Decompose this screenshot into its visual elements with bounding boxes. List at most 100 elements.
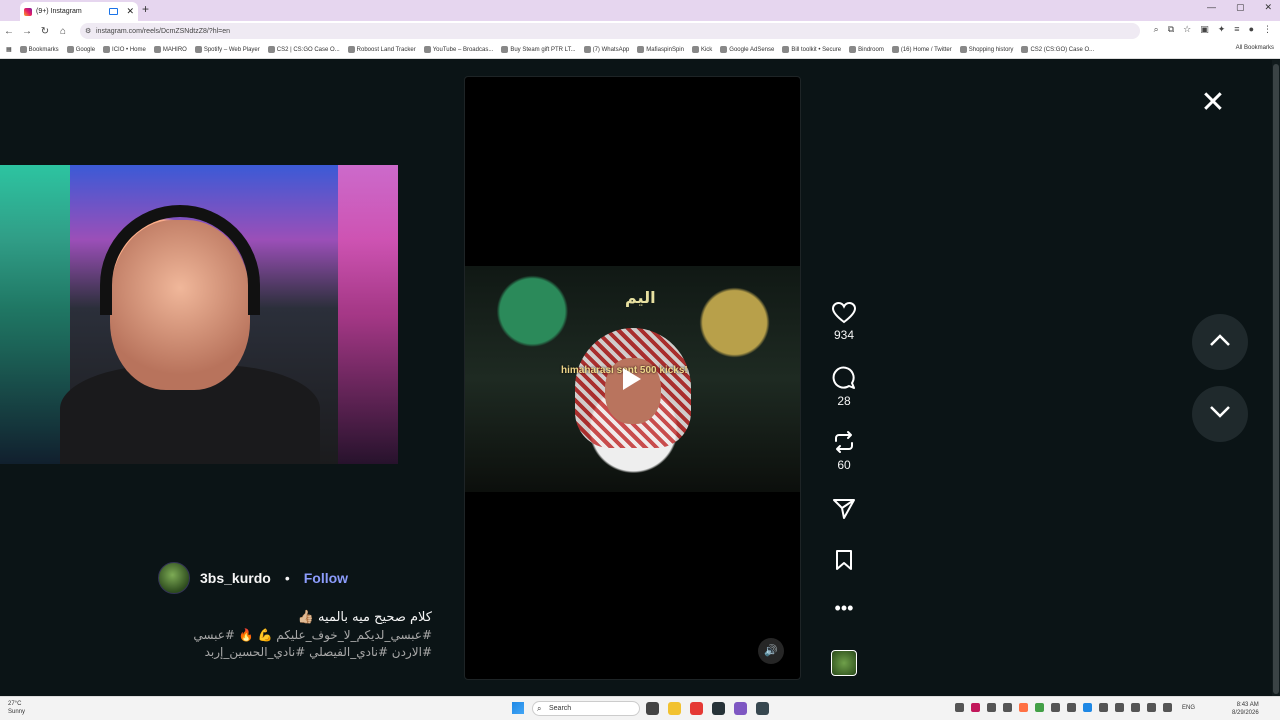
bookmark-item[interactable]: MafiaspinSpin [637,46,684,53]
reload-icon[interactable]: ↻ [36,26,54,37]
tray-icon[interactable] [1099,703,1108,712]
page-scrollbar[interactable] [1272,60,1280,696]
windows-taskbar: 27°C Sunny ⌕ Search ENG 8:43 AM 8/29/202… [0,696,1280,720]
task-view-icon[interactable] [646,702,659,715]
previous-reel-button[interactable] [1192,314,1248,370]
audio-avatar[interactable] [831,650,857,676]
bookmark-item[interactable]: ICIO • Home [103,46,146,53]
tray-icon[interactable] [955,703,964,712]
apps-icon[interactable]: ▦ [6,46,12,53]
tray-icon[interactable] [1051,703,1060,712]
bookmark-item[interactable]: (16) Home / Twitter [891,46,952,53]
bookmark-item[interactable]: Bindroom [849,46,884,53]
bookmark-favicon [19,46,27,53]
bookmark-star-icon[interactable]: ☆ [1183,24,1191,35]
bookmark-favicon [583,46,591,53]
bookmark-item[interactable]: Google [66,46,95,53]
comment-count: 28 [837,394,851,408]
bookmark-item[interactable]: Spotify – Web Player [194,46,260,53]
weather-widget[interactable]: 27°C Sunny [8,700,25,716]
bookmark-item[interactable]: Bookmarks [19,46,59,53]
tray-icon[interactable] [1067,703,1076,712]
tray-icon[interactable] [1131,703,1140,712]
separator-dot: • [284,570,290,586]
tray-icon[interactable] [987,703,996,712]
comment-button[interactable]: 28 [826,366,862,408]
bookmark-item[interactable]: MAHIRO [153,46,187,53]
app-icon[interactable] [734,702,747,715]
avatar[interactable] [158,562,190,594]
instagram-reels-page: ✕ اليم himaharasi sent 500 kicks! 🔊 934 … [0,60,1280,696]
bookmark-item[interactable]: Bill toolkit • Secure [782,46,841,53]
close-window-icon[interactable]: ✕ [1264,2,1272,13]
volume-icon[interactable]: 🔊 [758,638,784,664]
author-username[interactable]: 3bs_kurdo [200,570,271,586]
close-icon[interactable]: ✕ [1200,88,1226,118]
bookmark-item[interactable]: Kick [691,46,712,53]
heart-icon [832,302,856,324]
hashtags-line[interactable]: #الاردن #نادي_الفيصلي #نادي_الحسين_إربد [150,645,432,659]
install-app-icon[interactable]: ⧉ [1168,24,1174,35]
forward-icon[interactable]: → [18,26,36,37]
bookmark-favicon [194,46,202,53]
bookmark-item[interactable]: (7) WhatsApp [583,46,629,53]
next-reel-button[interactable] [1192,386,1248,442]
repost-button[interactable]: 60 [826,430,862,472]
hashtags-line[interactable]: #عبسي_لديكم_لا_خوف_عليكم 💪 🔥 #عبسي [150,628,432,642]
home-icon[interactable]: ⌂ [54,26,72,37]
address-bar[interactable]: ⚙ instagram.com/reels/DcmZSNdtzZ8/?hl=en [80,23,1140,39]
site-info-icon[interactable]: ⚙ [85,27,91,35]
extension-icon[interactable]: ▣ [1200,24,1209,35]
bookmark-item[interactable]: Roboost Land Tracker [347,46,416,53]
bookmark-item[interactable]: Google AdSense [720,46,774,53]
all-bookmarks-button[interactable]: All Bookmarks [1236,45,1274,51]
bookmark-item[interactable]: Shopping history [959,46,1013,53]
maximize-icon[interactable]: ▢ [1236,2,1245,13]
media-icon[interactable]: ≡ [1234,24,1239,35]
tray-icon[interactable] [1147,703,1156,712]
reel-video-player[interactable]: اليم himaharasi sent 500 kicks! 🔊 [464,76,801,680]
save-button[interactable] [826,549,862,571]
tray-icon[interactable] [1019,703,1028,712]
tray-icon[interactable] [1115,703,1124,712]
taskbar-search[interactable]: ⌕ Search [532,701,640,716]
like-button[interactable]: 934 [826,302,862,342]
terminal-icon[interactable] [756,702,769,715]
chrome-icon[interactable] [690,702,703,715]
new-tab-button[interactable]: + [142,2,149,16]
language-indicator[interactable]: ENG [1182,705,1195,711]
bookmark-item[interactable]: YouTube – Broadcas... [423,46,493,53]
like-count: 934 [833,328,855,342]
reel-author: 3bs_kurdo • Follow [158,562,348,594]
close-tab-icon[interactable]: ✕ [126,6,134,17]
play-icon[interactable] [623,368,641,390]
clock[interactable]: 8:43 AM 8/29/2026 [1232,701,1259,717]
file-explorer-icon[interactable] [668,702,681,715]
bookmark-item[interactable]: CS2 | CS:GO Case O... [267,46,340,53]
tray-icon[interactable] [1003,703,1012,712]
taskbar-apps [646,702,769,715]
menu-icon[interactable]: ⋮ [1263,24,1272,35]
minimize-icon[interactable]: — [1207,2,1216,13]
bookmark-item[interactable]: Buy Steam gift PTR LT... [501,46,576,53]
extensions-puzzle-icon[interactable]: ✦ [1218,24,1226,35]
profile-avatar-icon[interactable]: ● [1249,24,1254,35]
obs-icon[interactable] [712,702,725,715]
share-button[interactable] [826,498,862,520]
bookmark-favicon [501,46,509,53]
start-icon[interactable] [512,702,524,714]
tab-instagram[interactable]: (9+) Instagram ✕ [20,2,138,21]
bookmark-item[interactable]: CS2 (CS:GO) Case O... [1021,46,1094,53]
bluetooth-icon[interactable] [1083,703,1092,712]
bookmark-favicon [423,46,431,53]
chevron-down-icon [1210,406,1230,418]
tray-icon[interactable] [1035,703,1044,712]
tray-icon[interactable] [971,703,980,712]
mic-icon[interactable] [1163,703,1172,712]
bookmark-favicon [347,46,355,53]
zoom-icon[interactable]: ⌕ [1154,24,1159,35]
chevron-up-icon [1210,334,1230,346]
follow-button[interactable]: Follow [304,570,348,586]
back-icon[interactable]: ← [0,26,18,37]
more-options-icon[interactable]: ••• [826,599,862,617]
